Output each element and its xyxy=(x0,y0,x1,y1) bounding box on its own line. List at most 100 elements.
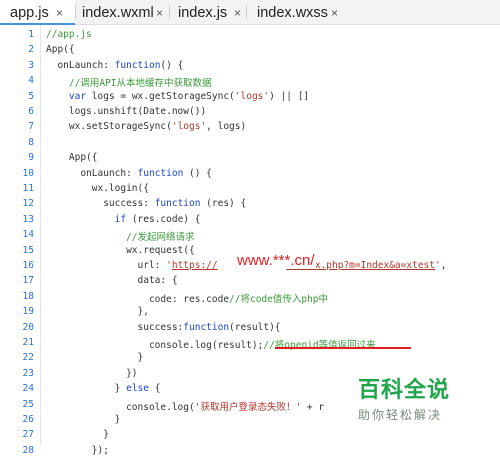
code-token: function xyxy=(137,167,184,179)
code-line: }) xyxy=(46,367,138,379)
code-token: onLaunch: xyxy=(80,167,138,179)
tab-label: index.js xyxy=(178,5,228,21)
code-line: } xyxy=(46,352,144,364)
line-number: 13 xyxy=(22,213,34,225)
line-number-gutter: 1 2 3 4 5 6 7 8 9 10 11 12 13 14 15 16 17 18 19 20 21 22 23 24 2… xyxy=(0,25,41,456)
line-number: 20 xyxy=(22,321,34,333)
watermark: 百科全说 助你轻松解决 xyxy=(358,372,450,423)
code-line: wx.login({ xyxy=(46,183,149,194)
code-token: code: res.code xyxy=(148,293,230,305)
code-token: }) xyxy=(126,367,138,379)
tab-index-wxss[interactable]: index.wxss × xyxy=(247,0,343,24)
code-token: } xyxy=(114,383,127,395)
code-token: () { xyxy=(183,167,212,179)
line-number: 6 xyxy=(28,106,34,117)
code-line: } xyxy=(46,414,121,425)
code-line: console.log('获取用户登录态失败！' + r xyxy=(46,399,324,413)
code-line: //发起网络请求 xyxy=(46,229,194,243)
code-line: success: function (res) { xyxy=(46,198,246,209)
line-number: 17 xyxy=(22,275,34,287)
code-line: } xyxy=(46,429,109,440)
code-token: function xyxy=(183,321,230,333)
line-number: 11 xyxy=(22,183,34,194)
close-icon[interactable]: × xyxy=(156,0,163,26)
code-line: } else { xyxy=(46,383,161,395)
red-underline-mark xyxy=(275,347,411,349)
tab-label: index.wxss xyxy=(257,5,328,21)
code-line: code: res.code//将code值传入php中 xyxy=(46,291,328,305)
code-token: (res.code) { xyxy=(126,213,201,225)
watermark-subtitle: 助你轻松解决 xyxy=(358,408,443,422)
code-token: wx.login({ xyxy=(91,183,149,194)
line-number: 27 xyxy=(22,429,34,441)
code-token: ) || [] xyxy=(269,90,310,102)
line-number: 16 xyxy=(22,260,34,271)
code-line: var logs = wx.getStorageSync('logs') || … xyxy=(46,91,309,102)
code-token: var xyxy=(68,90,87,102)
code-token: + r xyxy=(301,401,325,413)
tab-index-wxml[interactable]: index.wxml × xyxy=(76,0,169,24)
code-line: wx.request({ xyxy=(46,245,195,256)
code-token: onLaunch: xyxy=(57,59,115,71)
code-token: console.log( xyxy=(126,401,195,413)
line-number: 4 xyxy=(28,75,34,87)
code-token: 'logs' xyxy=(171,121,207,133)
line-number: 10 xyxy=(22,167,34,179)
code-token: console.log(result); xyxy=(148,340,264,351)
tab-label: index.wxml xyxy=(82,5,154,21)
tab-index-js[interactable]: index.js × xyxy=(170,0,246,24)
line-number: 12 xyxy=(22,198,34,210)
code-token: { xyxy=(148,383,161,395)
line-number: 18 xyxy=(22,290,34,302)
line-number: 23 xyxy=(22,367,34,379)
code-token: } xyxy=(114,414,121,425)
code-token: data: { xyxy=(137,275,178,287)
code-token: (res) { xyxy=(200,198,247,210)
code-token: else xyxy=(126,383,149,395)
line-number: 1 xyxy=(28,29,34,40)
code-line: //调用API从本地缓存中获取数据 xyxy=(46,75,212,89)
code-token: (result){ xyxy=(229,321,281,333)
code-token: //app.js xyxy=(46,29,92,40)
line-number: 28 xyxy=(22,444,34,456)
close-icon[interactable]: × xyxy=(331,0,338,26)
code-token: '获取用户登录态失败！' xyxy=(194,401,302,413)
line-number: 26 xyxy=(22,414,34,425)
tab-label: app.js xyxy=(10,5,49,21)
highlighted-domain: www.***.cn/ xyxy=(236,252,316,269)
code-token: wx.request({ xyxy=(126,244,195,256)
line-number: 22 xyxy=(22,352,34,364)
code-token: https:// xyxy=(171,260,218,271)
code-line: App({ xyxy=(46,152,98,163)
close-icon[interactable]: × xyxy=(234,0,241,26)
code-line: onLaunch: function () { xyxy=(46,168,212,179)
code-token: } xyxy=(137,352,144,364)
code-token: function xyxy=(154,198,201,210)
line-number: 5 xyxy=(28,90,34,102)
close-icon[interactable]: × xyxy=(56,0,63,26)
tab-app-js[interactable]: app.js × xyxy=(0,0,75,25)
code-token: }, xyxy=(137,306,149,318)
code-line: //app.js xyxy=(46,29,92,40)
code-token: //将openid等值返回过来 xyxy=(263,340,376,351)
line-number: 21 xyxy=(22,337,34,348)
code-token: success: xyxy=(137,321,184,333)
code-line: wx.setStorageSync('logs', logs) xyxy=(46,121,246,132)
code-token: }); xyxy=(91,444,109,456)
code-token: , xyxy=(440,260,447,271)
code-token: function xyxy=(114,59,161,71)
watermark-title: 百科全说 xyxy=(358,378,451,403)
line-number: 15 xyxy=(22,244,34,256)
line-number: 8 xyxy=(28,136,34,148)
line-number: 7 xyxy=(28,121,34,133)
line-number: 19 xyxy=(22,306,34,318)
code-token: 'logs' xyxy=(234,90,270,102)
line-number: 24 xyxy=(22,383,34,395)
code-token: //将code值传入php中 xyxy=(229,293,329,305)
code-token: url: xyxy=(137,260,167,271)
code-line: }, xyxy=(46,306,149,317)
code-token: if xyxy=(114,213,127,225)
code-line: success:function(result){ xyxy=(46,322,281,333)
code-token: logs = wx.getStorageSync( xyxy=(86,90,235,102)
code-line: App({ xyxy=(46,44,75,55)
